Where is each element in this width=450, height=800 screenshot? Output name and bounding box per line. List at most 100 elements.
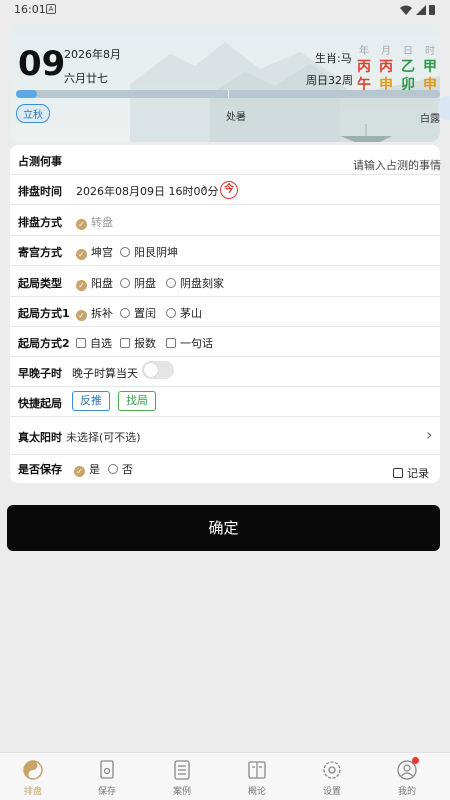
- notification-a-icon: A: [46, 4, 56, 14]
- radio-icon: [120, 247, 130, 257]
- row-zishi: 早晚子时 晚子时算当天: [10, 357, 440, 387]
- type-option-yin-kejia[interactable]: 阴盘刻家: [166, 275, 224, 291]
- mode2-option-yijuhua[interactable]: 一句话: [166, 335, 213, 351]
- row-quick: 快捷起局 反推 找局: [10, 387, 440, 417]
- row-save: 是否保存 ✓ 是 否 记录: [10, 455, 440, 483]
- sun-label: 真太阳时: [18, 431, 62, 444]
- row-type: 起局类型 ✓ 阳盘 阴盘 阴盘刻家: [10, 266, 440, 297]
- zi-text: 晚子时算当天: [72, 367, 138, 380]
- row-mode2: 起局方式2 自选 报数 一句话: [10, 327, 440, 357]
- mode2-option-zixuan[interactable]: 自选: [76, 335, 112, 351]
- status-time: 16:01: [14, 3, 46, 16]
- yin-yang-icon: [23, 760, 43, 780]
- method-label: 排盘方式: [18, 216, 62, 229]
- sun-value[interactable]: 未选择(可不选): [66, 429, 141, 445]
- save-option-yes[interactable]: ✓ 是: [74, 461, 100, 477]
- gz-month: 月 丙 申: [379, 46, 393, 93]
- toggle-knob: [144, 363, 158, 377]
- gz-year: 年 丙 午: [357, 46, 371, 93]
- divination-form: 占测何事 请输入占测的事情 排盘时间 2026年08月09日 16时00分 › …: [10, 145, 441, 483]
- reverse-button[interactable]: 反推: [72, 391, 110, 411]
- type-option-yin[interactable]: 阴盘: [120, 275, 156, 291]
- checkbox-icon: [120, 338, 130, 348]
- cases-icon: [174, 760, 190, 780]
- checkbox-icon: [166, 338, 176, 348]
- tab-mine[interactable]: 我的: [382, 757, 432, 797]
- document-icon: [100, 760, 114, 779]
- mode1-label: 起局方式1: [18, 307, 70, 320]
- record-link[interactable]: 记录: [393, 465, 429, 481]
- battery-icon: [429, 5, 435, 15]
- solar-term-next: 处暑: [226, 112, 246, 123]
- tab-paipan[interactable]: 排盘: [8, 759, 58, 797]
- lunar-date: 六月廿七: [64, 72, 108, 85]
- mode2-option-baoshu[interactable]: 报数: [120, 335, 156, 351]
- tab-settings[interactable]: 设置: [307, 759, 357, 797]
- quick-label: 快捷起局: [18, 397, 62, 410]
- mode1-option-chaibu[interactable]: ✓ 拆补: [76, 305, 113, 321]
- gz-hour: 时 甲 申: [423, 46, 437, 93]
- check-icon: ✓: [76, 310, 87, 321]
- side-handle[interactable]: [438, 96, 450, 120]
- check-icon: ✓: [76, 280, 87, 291]
- check-icon: ✓: [74, 466, 85, 477]
- progress-fill: [16, 90, 38, 98]
- zi-label: 早晚子时: [18, 367, 62, 380]
- row-method: 排盘方式 ✓ 转盘: [10, 205, 440, 236]
- signal-icon: [416, 5, 426, 15]
- tab-overview[interactable]: 概论: [232, 759, 282, 797]
- check-icon: ✓: [76, 249, 87, 260]
- bottom-tab-bar: 排盘 保存 案例 概论 设置 我的: [0, 752, 450, 800]
- wifi-icon: [400, 5, 412, 15]
- solar-term-after: 白露: [420, 114, 440, 125]
- row-question: 占测何事 请输入占测的事情: [10, 145, 441, 175]
- mode1-option-zhirun[interactable]: 置闰: [120, 305, 156, 321]
- date-header-card: 09 2026年8月 六月廿七 生肖:马 周日32周 年 丙 午 月 丙 申 日…: [10, 24, 440, 142]
- time-label: 排盘时间: [18, 185, 62, 198]
- zi-toggle[interactable]: [142, 361, 174, 379]
- status-bar: 16:01 A: [0, 0, 450, 20]
- year-month: 2026年8月: [64, 48, 121, 61]
- type-label: 起局类型: [18, 277, 62, 290]
- row-solar-time[interactable]: 真太阳时 未选择(可不选) ›: [10, 417, 440, 455]
- confirm-button[interactable]: 确定: [7, 505, 440, 551]
- tab-cases[interactable]: 案例: [157, 759, 207, 797]
- tab-save[interactable]: 保存: [82, 759, 132, 797]
- radio-icon: [166, 308, 176, 318]
- row-palace: 寄宫方式 ✓ 坤宫 阳艮阴坤: [10, 236, 440, 266]
- notification-dot: [412, 757, 419, 764]
- radio-icon: [120, 308, 130, 318]
- zodiac: 生肖:马: [315, 52, 352, 65]
- checkbox-icon: [76, 338, 86, 348]
- gz-day: 日 乙 卯: [401, 46, 415, 93]
- radio-icon: [108, 464, 118, 474]
- palace-option-kun[interactable]: ✓ 坤宫: [76, 244, 113, 260]
- solar-term-progress: [16, 90, 440, 98]
- find-ju-button[interactable]: 找局: [118, 391, 156, 411]
- time-value[interactable]: 2026年08月09日 16时00分: [76, 183, 218, 199]
- book-icon: [248, 761, 266, 779]
- save-option-no[interactable]: 否: [108, 461, 133, 477]
- palace-label: 寄宫方式: [18, 246, 62, 259]
- system-icons: [398, 4, 438, 19]
- question-label: 占测何事: [18, 155, 62, 168]
- chevron-right-icon[interactable]: ›: [426, 425, 432, 444]
- solar-term-current-badge[interactable]: 立秋: [16, 104, 50, 123]
- gear-icon: [323, 761, 341, 779]
- mode2-label: 起局方式2: [18, 337, 70, 350]
- save-label: 是否保存: [18, 463, 62, 476]
- row-mode1: 起局方式1 ✓ 拆补 置闰 茅山: [10, 297, 440, 327]
- today-button[interactable]: 今: [220, 181, 238, 199]
- radio-icon: [120, 278, 130, 288]
- radio-icon: [166, 278, 176, 288]
- edit-icon: [393, 468, 403, 478]
- day-number: 09: [18, 44, 66, 84]
- method-option-zhuanpan[interactable]: ✓ 转盘: [76, 214, 113, 230]
- check-icon: ✓: [76, 219, 87, 230]
- chevron-right-icon[interactable]: ›: [202, 180, 208, 196]
- question-input[interactable]: 请输入占测的事情: [353, 157, 441, 173]
- row-time: 排盘时间 2026年08月09日 16时00分 › 今: [10, 175, 440, 205]
- type-option-yang[interactable]: ✓ 阳盘: [76, 275, 113, 291]
- mode1-option-maoshan[interactable]: 茅山: [166, 305, 202, 321]
- palace-option-gen-kun[interactable]: 阳艮阴坤: [120, 244, 178, 260]
